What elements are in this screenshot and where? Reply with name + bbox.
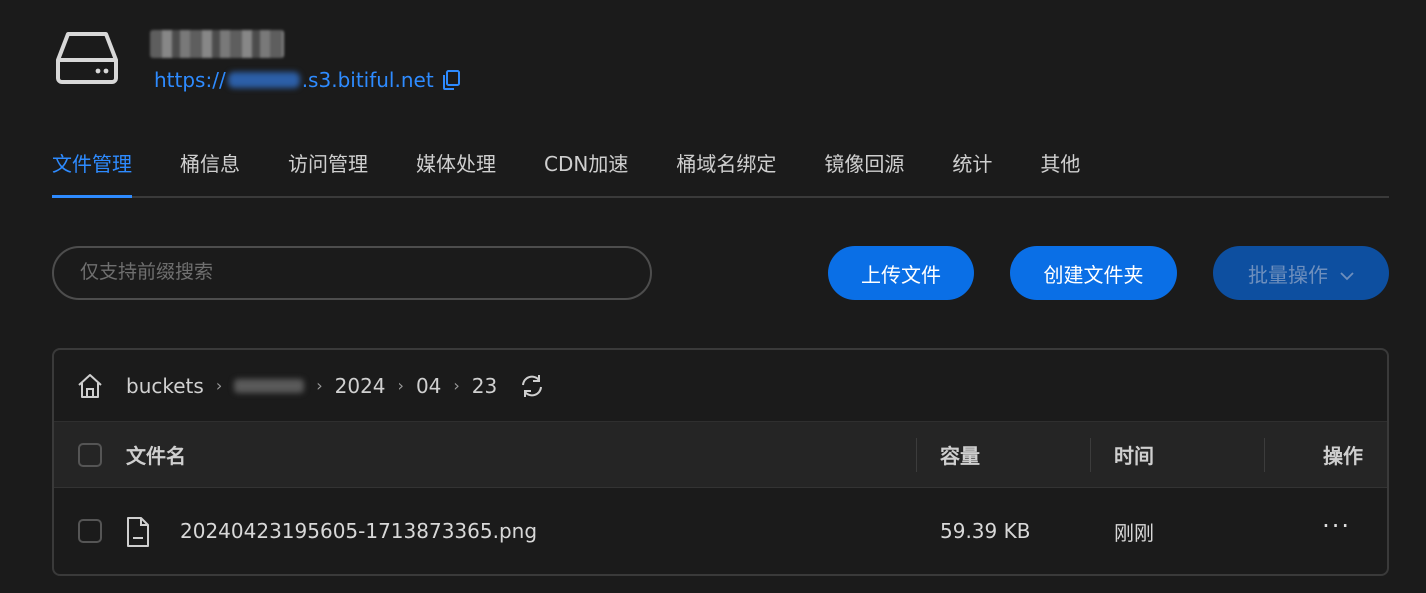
- breadcrumb-separator: ›: [215, 376, 223, 395]
- file-time: 刚刚: [1114, 520, 1154, 545]
- file-size: 59.39 KB: [940, 519, 1031, 543]
- tab-mirror-origin[interactable]: 镜像回源: [824, 136, 904, 196]
- breadcrumb-separator: ›: [453, 376, 460, 395]
- breadcrumb-separator: ›: [397, 376, 404, 395]
- tab-statistics[interactable]: 统计: [952, 136, 992, 196]
- batch-operations-button[interactable]: 批量操作: [1213, 246, 1389, 300]
- breadcrumb-year[interactable]: 2024: [335, 374, 386, 398]
- tab-cdn[interactable]: CDN加速: [544, 136, 628, 196]
- tab-file-management[interactable]: 文件管理: [52, 136, 132, 198]
- chevron-down-icon: [1340, 272, 1354, 281]
- more-actions-icon[interactable]: ···: [1322, 512, 1351, 540]
- breadcrumb-day[interactable]: 23: [472, 374, 497, 398]
- table-row[interactable]: 20240423195605-1713873365.png 59.39 KB 刚…: [54, 488, 1387, 574]
- create-folder-label: 创建文件夹: [1043, 262, 1144, 287]
- table-header: 文件名 容量 时间 操作: [54, 422, 1387, 488]
- header-ops: 操作: [1323, 444, 1363, 468]
- tab-other[interactable]: 其他: [1040, 136, 1080, 196]
- header-name[interactable]: 文件名: [126, 440, 186, 469]
- tab-domain-binding[interactable]: 桶域名绑定: [676, 136, 776, 196]
- tab-bucket-info[interactable]: 桶信息: [180, 136, 240, 196]
- file-browser-panel: buckets › › 2024 › 04 › 23 文件名 容量 时间 操作: [52, 348, 1389, 576]
- row-checkbox[interactable]: [78, 519, 102, 543]
- file-name[interactable]: 20240423195605-1713873365.png: [180, 519, 537, 543]
- tab-access-management[interactable]: 访问管理: [288, 136, 368, 196]
- file-icon: [127, 517, 149, 547]
- home-icon[interactable]: [76, 372, 104, 400]
- drive-icon: [56, 32, 118, 84]
- bucket-url[interactable]: https:// .s3.bitiful.net: [154, 68, 460, 92]
- header-size[interactable]: 容量: [940, 440, 980, 469]
- breadcrumb-month[interactable]: 04: [416, 374, 441, 398]
- column-divider[interactable]: [1090, 438, 1091, 472]
- copy-icon[interactable]: [442, 70, 460, 90]
- bucket-url-masked: [227, 72, 300, 88]
- batch-operations-label: 批量操作: [1248, 262, 1328, 287]
- bucket-url-suffix: .s3.bitiful.net: [301, 68, 434, 92]
- upload-file-button[interactable]: 上传文件: [828, 246, 974, 300]
- select-all-checkbox[interactable]: [78, 442, 102, 467]
- tab-bar: 文件管理 桶信息 访问管理 媒体处理 CDN加速 桶域名绑定 镜像回源 统计 其…: [52, 136, 1389, 198]
- breadcrumb: buckets › › 2024 › 04 › 23: [54, 350, 1387, 422]
- bucket-header: █████ https:// .s3.bitiful.net: [54, 28, 654, 98]
- bucket-name: █████: [150, 30, 284, 58]
- breadcrumb-separator: ›: [316, 376, 323, 395]
- header-time[interactable]: 时间: [1114, 440, 1154, 469]
- column-divider[interactable]: [1264, 438, 1265, 472]
- upload-file-label: 上传文件: [861, 262, 941, 287]
- bucket-url-prefix: https://: [154, 68, 226, 92]
- create-folder-button[interactable]: 创建文件夹: [1010, 246, 1177, 300]
- breadcrumb-root[interactable]: buckets: [126, 374, 204, 398]
- tab-media-processing[interactable]: 媒体处理: [416, 136, 496, 196]
- breadcrumb-bucket-masked[interactable]: [234, 378, 305, 393]
- column-divider[interactable]: [916, 438, 917, 472]
- refresh-icon[interactable]: [519, 373, 545, 399]
- search-input[interactable]: [52, 246, 652, 300]
